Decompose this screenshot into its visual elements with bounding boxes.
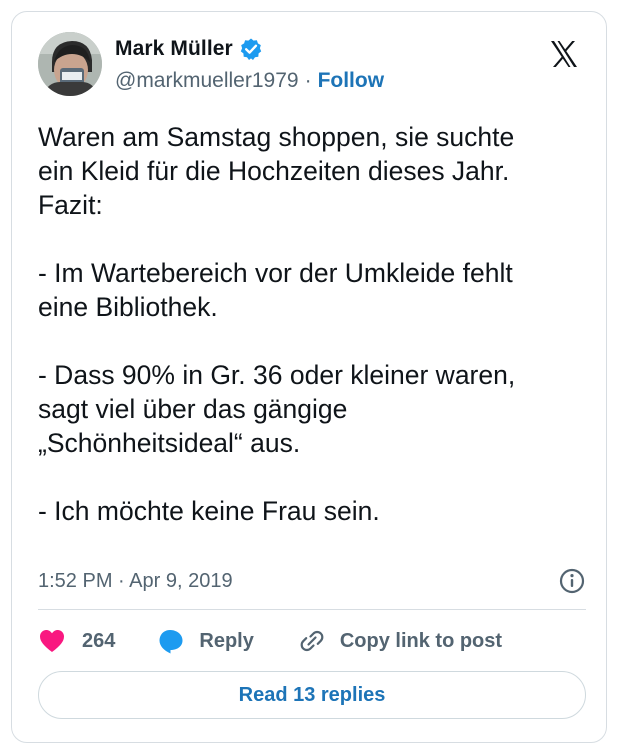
x-logo-icon[interactable] [548,38,580,70]
link-icon [298,627,326,655]
reply-label: Reply [199,629,254,652]
action-bar: 264 Reply Copy link to post [38,624,502,658]
handle[interactable]: @markmueller1979 [115,69,299,93]
author-info: Mark Müller @markmueller1979 · Follow [115,36,384,93]
tweet-paragraph: Waren am Samstag shoppen, sie suchte ein… [38,122,515,220]
tweet-paragraph: - Dass 90% in Gr. 36 oder kleiner waren,… [38,360,516,458]
tweet-card: Mark Müller @markmueller1979 · Follow Wa… [11,11,607,743]
tweet-paragraph: - Ich möchte keine Frau sein. [38,496,380,526]
tweet-text: Waren am Samstag shoppen, sie suchte ein… [38,120,598,528]
separator-dot: · [304,69,312,92]
copy-link-button[interactable]: Copy link to post [298,627,502,655]
read-replies-button[interactable]: Read 13 replies [38,671,586,719]
display-name[interactable]: Mark Müller [115,37,233,61]
follow-link[interactable]: Follow [318,69,385,93]
tweet-meta: 1:52 PM · Apr 9, 2019 [38,567,586,595]
heart-icon [38,628,66,654]
verified-badge-icon [239,37,263,61]
tweet-paragraph: - Im Wartebereich vor der Umkleide fehlt… [38,258,513,322]
avatar[interactable] [38,32,102,96]
divider [38,609,586,610]
reply-bubble-icon [157,627,185,655]
copy-link-label: Copy link to post [339,629,503,652]
reply-button[interactable]: Reply [157,627,254,655]
info-icon[interactable] [558,567,586,595]
like-count: 264 [82,629,116,652]
like-button[interactable]: 264 [38,628,115,654]
timestamp-link[interactable]: 1:52 PM · Apr 9, 2019 [38,570,233,593]
